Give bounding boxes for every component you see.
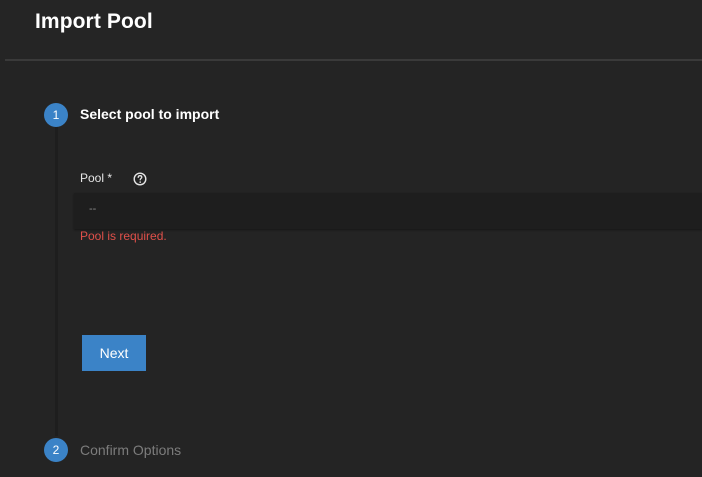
step-1-number-badge[interactable]: 1 [44,103,68,127]
page-header: Import Pool [0,0,702,60]
pool-field-label: Pool * [80,171,113,185]
next-button[interactable]: Next [82,335,146,371]
pool-select[interactable]: -- [74,193,702,229]
pool-error-message: Pool is required. [80,229,167,243]
step-2-label[interactable]: Confirm Options [80,442,181,458]
step-2-number-badge[interactable]: 2 [44,438,68,462]
header-divider [5,59,702,61]
page-title: Import Pool [35,10,153,33]
question-circle-icon[interactable] [133,172,147,186]
step-1-label[interactable]: Select pool to import [80,106,219,122]
import-pool-page: Import Pool 1 Select pool to import Pool… [0,0,702,477]
stepper-connector-line [55,127,58,436]
pool-select-value: -- [89,203,97,215]
